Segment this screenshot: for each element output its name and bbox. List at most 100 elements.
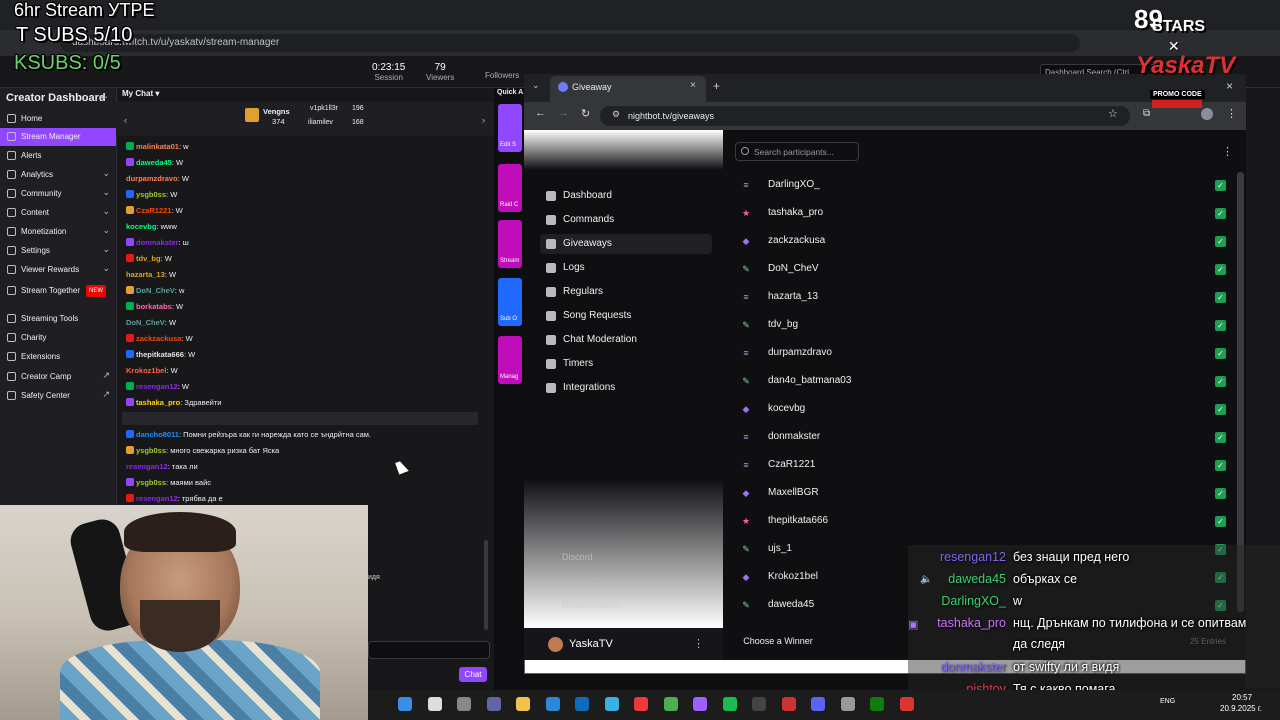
sidebar-item-extensions[interactable]: Extensions xyxy=(0,348,116,366)
chrome-icon[interactable] xyxy=(663,697,678,711)
chevron-left-icon[interactable]: ‹ xyxy=(124,115,127,125)
chat-username[interactable]: kocevbg xyxy=(126,222,156,231)
discord-icon[interactable] xyxy=(811,697,825,711)
teams-icon[interactable] xyxy=(486,697,501,711)
participant-row[interactable]: ≡ DarlingXO_ ✓ xyxy=(735,172,1230,200)
participant-row[interactable]: ◆ kocevbg ✓ xyxy=(735,396,1230,424)
sidebar-item-monetization[interactable]: Monetization ⌄ xyxy=(0,223,116,241)
chat-username[interactable]: malinkata01 xyxy=(136,142,179,151)
file-explorer-icon[interactable] xyxy=(516,697,530,711)
sidebar-item-community[interactable]: Community ⌄ xyxy=(0,185,116,203)
spotify-icon[interactable] xyxy=(722,697,737,711)
sidebar-item-stream-manager[interactable]: Stream Manager xyxy=(0,128,116,146)
chat-username[interactable]: daweda45 xyxy=(136,158,172,167)
participants-search-input[interactable]: Search participants... xyxy=(735,142,859,161)
participant-row[interactable]: ✎ DoN_CheV ✓ xyxy=(735,256,1230,284)
chat-send-button[interactable]: Chat xyxy=(459,667,487,682)
nav-regulars[interactable]: Regulars xyxy=(540,282,712,302)
chat-scrollbar[interactable] xyxy=(484,540,488,630)
collapse-sidebar-icon[interactable]: ⇤ xyxy=(100,92,108,103)
participant-row[interactable]: ≡ hazarta_13 ✓ xyxy=(735,284,1230,312)
sidebar-item-viewer-rewards[interactable]: Viewer Rewards ⌄ xyxy=(0,261,116,279)
obs-icon[interactable] xyxy=(752,697,766,711)
chat-username[interactable]: ysgb0ss xyxy=(136,478,166,487)
site-info-icon[interactable]: ⚙ xyxy=(612,109,620,120)
checkmark-icon[interactable]: ✓ xyxy=(1215,208,1226,219)
participant-row[interactable]: ◆ zackzackusa ✓ xyxy=(735,228,1230,256)
chat-username[interactable]: donmakster xyxy=(136,238,179,247)
nav-integrations[interactable]: Integrations xyxy=(540,378,712,398)
task-view-icon[interactable] xyxy=(457,697,471,711)
panel-menu-icon[interactable]: ⋮ xyxy=(1222,145,1233,158)
chat-username[interactable]: tdv_bg xyxy=(136,254,161,263)
start-icon[interactable] xyxy=(398,697,412,711)
sidebar-item-streaming-tools[interactable]: Streaming Tools xyxy=(0,310,116,328)
participant-row[interactable]: ≡ CzaR1221 ✓ xyxy=(735,452,1230,480)
sidebar-item-settings[interactable]: Settings ⌄ xyxy=(0,242,116,260)
sidebar-item-content[interactable]: Content ⌄ xyxy=(0,204,116,222)
footer-link-1[interactable]: Support Center xyxy=(540,576,623,586)
checkmark-icon[interactable]: ✓ xyxy=(1215,432,1226,443)
participant-row[interactable]: ✎ tdv_bg ✓ xyxy=(735,312,1230,340)
chat-username[interactable]: resengan12 xyxy=(136,382,178,391)
tab-list-icon[interactable]: ⌄ xyxy=(532,80,540,91)
front-address-bar[interactable]: nightbot.tv/giveaways xyxy=(600,106,1130,126)
chat-username[interactable]: thepitkata666 xyxy=(136,350,184,359)
new-tab-icon[interactable]: + xyxy=(713,79,720,93)
chat-username[interactable]: resengan12 xyxy=(136,494,178,503)
xbox-icon[interactable] xyxy=(870,697,884,711)
nav-dashboard[interactable]: Dashboard xyxy=(540,186,712,206)
sidebar-item-charity[interactable]: Charity xyxy=(0,329,116,347)
vivaldi-icon[interactable] xyxy=(634,697,648,711)
chat-username[interactable]: ysgb0ss xyxy=(136,446,166,455)
extensions-icon[interactable]: ⧉ xyxy=(1143,108,1150,119)
user-menu-icon[interactable]: ⋮ xyxy=(693,637,704,650)
chat-username[interactable]: DoN_CheV xyxy=(136,286,175,295)
chevron-right-icon[interactable]: › xyxy=(482,115,485,125)
checkmark-icon[interactable]: ✓ xyxy=(1215,236,1226,247)
sidebar-item-home[interactable]: Home xyxy=(0,110,116,128)
participant-row[interactable]: ★ tashaka_pro ✓ xyxy=(735,200,1230,228)
sidebar-item-analytics[interactable]: Analytics ⌄ xyxy=(0,166,116,184)
sidebar-item-safety-center[interactable]: Safety Center ↗ xyxy=(0,387,116,405)
security-icon[interactable] xyxy=(899,697,914,711)
checkmark-icon[interactable]: ✓ xyxy=(1215,320,1226,331)
sidebar-item-alerts[interactable]: Alerts xyxy=(0,147,116,165)
chat-username[interactable]: resengan12 xyxy=(126,462,168,471)
close-tab-icon[interactable]: × xyxy=(690,80,696,91)
checkmark-icon[interactable]: ✓ xyxy=(1215,516,1226,527)
outlook-icon[interactable] xyxy=(575,697,589,711)
nav-chat-moderation[interactable]: Chat Moderation xyxy=(540,330,712,350)
chat-input[interactable] xyxy=(368,641,490,659)
nav-giveaways[interactable]: Giveaways xyxy=(540,234,712,254)
quick-action-4[interactable]: Manag xyxy=(498,336,522,384)
back-arrow-icon[interactable]: ← xyxy=(535,107,546,119)
reload-icon[interactable]: ↻ xyxy=(581,107,590,120)
chat-username[interactable]: durpamzdravo xyxy=(126,174,178,183)
browser-menu-icon[interactable]: ⋮ xyxy=(1226,107,1237,120)
checkmark-icon[interactable]: ✓ xyxy=(1215,292,1226,303)
checkmark-icon[interactable]: ✓ xyxy=(1215,180,1226,191)
footer-link-2[interactable]: Documentation xyxy=(540,600,623,610)
choose-winner-button[interactable]: Choose a Winner xyxy=(736,632,820,650)
chat-username[interactable]: tashaka_pro xyxy=(136,398,180,407)
chat-username[interactable]: DoN_CheV xyxy=(126,318,165,327)
participant-row[interactable]: ≡ donmakster ✓ xyxy=(735,424,1230,452)
chat-username[interactable]: CzaR1221 xyxy=(136,206,171,215)
profile-avatar[interactable] xyxy=(1201,108,1213,120)
chat-header[interactable]: My Chat ▾ xyxy=(122,89,159,98)
quick-action-1[interactable]: Raid C xyxy=(498,164,522,212)
forward-arrow-icon[interactable]: → xyxy=(558,107,569,119)
bookmark-star-icon[interactable]: ☆ xyxy=(1108,107,1118,120)
chat-username[interactable]: dancho8011 xyxy=(136,430,179,439)
clock-date[interactable]: 20.9.2025 г. xyxy=(1220,704,1262,713)
checkmark-icon[interactable]: ✓ xyxy=(1215,488,1226,499)
footer-link-0[interactable]: Discord xyxy=(540,552,593,562)
chat-username[interactable]: ysgb0ss xyxy=(136,190,166,199)
chat-username[interactable]: zackzackusa xyxy=(136,334,181,343)
store-icon[interactable] xyxy=(545,697,560,711)
quick-action-0[interactable]: Edit S xyxy=(498,104,522,152)
messenger-icon[interactable] xyxy=(693,697,707,711)
checkmark-icon[interactable]: ✓ xyxy=(1215,348,1226,359)
quick-action-3[interactable]: Sub O xyxy=(498,278,522,326)
